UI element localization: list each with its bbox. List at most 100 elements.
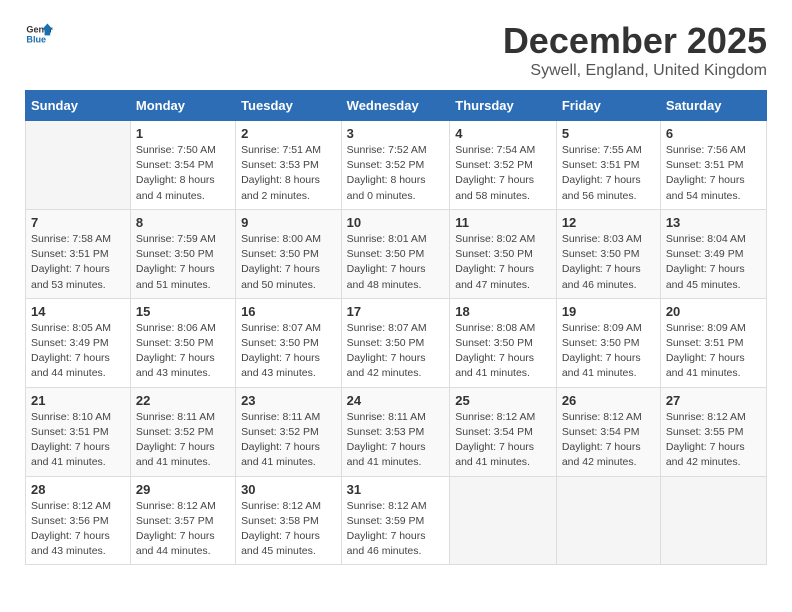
calendar-cell: 24 Sunrise: 8:11 AMSunset: 3:53 PMDayligh… (341, 387, 450, 476)
calendar-cell: 10 Sunrise: 8:01 AMSunset: 3:50 PMDayligh… (341, 209, 450, 298)
location-title: Sywell, England, United Kingdom (503, 62, 767, 80)
svg-text:Blue: Blue (26, 34, 46, 44)
day-info: Sunrise: 8:12 AMSunset: 3:57 PMDaylight:… (136, 499, 230, 560)
day-info: Sunrise: 7:59 AMSunset: 3:50 PMDaylight:… (136, 232, 230, 293)
logo-icon: General Blue (25, 20, 53, 48)
day-number: 28 (31, 482, 125, 497)
day-info: Sunrise: 7:58 AMSunset: 3:51 PMDaylight:… (31, 232, 125, 293)
calendar-header-monday: Monday (130, 91, 235, 121)
day-number: 22 (136, 393, 230, 408)
day-number: 26 (562, 393, 655, 408)
day-number: 20 (666, 304, 761, 319)
day-number: 27 (666, 393, 761, 408)
calendar-cell: 7 Sunrise: 7:58 AMSunset: 3:51 PMDaylight… (26, 209, 131, 298)
day-info: Sunrise: 8:10 AMSunset: 3:51 PMDaylight:… (31, 410, 125, 471)
calendar-cell: 31Sunrise: 8:12 AMSunset: 3:59 PMDayligh… (341, 476, 450, 565)
calendar-cell: 17 Sunrise: 8:07 AMSunset: 3:50 PMDayligh… (341, 298, 450, 387)
calendar-header-friday: Friday (556, 91, 660, 121)
calendar-week-row: 21 Sunrise: 8:10 AMSunset: 3:51 PMDayligh… (26, 387, 767, 476)
calendar-cell: 30 Sunrise: 8:12 AMSunset: 3:58 PMDayligh… (236, 476, 342, 565)
calendar-cell: 27 Sunrise: 8:12 AMSunset: 3:55 PMDayligh… (660, 387, 766, 476)
day-info: Sunrise: 8:04 AMSunset: 3:49 PMDaylight:… (666, 232, 761, 293)
calendar-cell: 4 Sunrise: 7:54 AMSunset: 3:52 PMDaylight… (450, 121, 557, 210)
calendar-cell: 5Sunrise: 7:55 AMSunset: 3:51 PMDaylight… (556, 121, 660, 210)
calendar-cell: 9 Sunrise: 8:00 AMSunset: 3:50 PMDaylight… (236, 209, 342, 298)
calendar-header-row: SundayMondayTuesdayWednesdayThursdayFrid… (26, 91, 767, 121)
calendar-cell: 15Sunrise: 8:06 AMSunset: 3:50 PMDayligh… (130, 298, 235, 387)
day-info: Sunrise: 8:12 AMSunset: 3:54 PMDaylight:… (562, 410, 655, 471)
calendar-cell: 18Sunrise: 8:08 AMSunset: 3:50 PMDayligh… (450, 298, 557, 387)
calendar-cell: 16 Sunrise: 8:07 AMSunset: 3:50 PMDayligh… (236, 298, 342, 387)
calendar-header-saturday: Saturday (660, 91, 766, 121)
day-number: 30 (241, 482, 336, 497)
calendar-cell (450, 476, 557, 565)
calendar-week-row: 28 Sunrise: 8:12 AMSunset: 3:56 PMDayligh… (26, 476, 767, 565)
day-number: 25 (455, 393, 551, 408)
day-number: 23 (241, 393, 336, 408)
calendar-cell (556, 476, 660, 565)
day-info: Sunrise: 8:11 AMSunset: 3:53 PMDaylight:… (347, 410, 445, 471)
day-number: 7 (31, 215, 125, 230)
day-info: Sunrise: 8:12 AMSunset: 3:55 PMDaylight:… (666, 410, 761, 471)
day-info: Sunrise: 7:55 AMSunset: 3:51 PMDaylight:… (562, 143, 655, 204)
calendar-cell: 29 Sunrise: 8:12 AMSunset: 3:57 PMDayligh… (130, 476, 235, 565)
calendar-cell: 25 Sunrise: 8:12 AMSunset: 3:54 PMDayligh… (450, 387, 557, 476)
calendar-cell: 23 Sunrise: 8:11 AMSunset: 3:52 PMDayligh… (236, 387, 342, 476)
day-number: 6 (666, 126, 761, 141)
calendar-cell: 11Sunrise: 8:02 AMSunset: 3:50 PMDayligh… (450, 209, 557, 298)
header: General Blue December 2025 Sywell, Engla… (25, 20, 767, 80)
calendar-week-row: 14 Sunrise: 8:05 AMSunset: 3:49 PMDayligh… (26, 298, 767, 387)
day-number: 21 (31, 393, 125, 408)
calendar-table: SundayMondayTuesdayWednesdayThursdayFrid… (25, 90, 767, 565)
day-info: Sunrise: 8:03 AMSunset: 3:50 PMDaylight:… (562, 232, 655, 293)
calendar-week-row: 7 Sunrise: 7:58 AMSunset: 3:51 PMDaylight… (26, 209, 767, 298)
day-number: 19 (562, 304, 655, 319)
day-number: 16 (241, 304, 336, 319)
calendar-cell (26, 121, 131, 210)
day-number: 10 (347, 215, 445, 230)
calendar-cell: 2Sunrise: 7:51 AMSunset: 3:53 PMDaylight… (236, 121, 342, 210)
calendar-header-sunday: Sunday (26, 91, 131, 121)
day-info: Sunrise: 8:12 AMSunset: 3:59 PMDaylight:… (347, 499, 445, 560)
day-info: Sunrise: 8:12 AMSunset: 3:56 PMDaylight:… (31, 499, 125, 560)
day-info: Sunrise: 8:00 AMSunset: 3:50 PMDaylight:… (241, 232, 336, 293)
calendar-cell: 21 Sunrise: 8:10 AMSunset: 3:51 PMDayligh… (26, 387, 131, 476)
day-number: 24 (347, 393, 445, 408)
day-info: Sunrise: 7:54 AMSunset: 3:52 PMDaylight:… (455, 143, 551, 204)
calendar-cell: 13 Sunrise: 8:04 AMSunset: 3:49 PMDayligh… (660, 209, 766, 298)
calendar-cell: 3Sunrise: 7:52 AMSunset: 3:52 PMDaylight… (341, 121, 450, 210)
day-info: Sunrise: 8:07 AMSunset: 3:50 PMDaylight:… (347, 321, 445, 382)
day-info: Sunrise: 8:12 AMSunset: 3:54 PMDaylight:… (455, 410, 551, 471)
day-number: 9 (241, 215, 336, 230)
day-info: Sunrise: 8:08 AMSunset: 3:50 PMDaylight:… (455, 321, 551, 382)
day-number: 13 (666, 215, 761, 230)
day-info: Sunrise: 8:12 AMSunset: 3:58 PMDaylight:… (241, 499, 336, 560)
day-info: Sunrise: 8:01 AMSunset: 3:50 PMDaylight:… (347, 232, 445, 293)
day-info: Sunrise: 8:05 AMSunset: 3:49 PMDaylight:… (31, 321, 125, 382)
day-info: Sunrise: 8:11 AMSunset: 3:52 PMDaylight:… (136, 410, 230, 471)
calendar-cell: 26 Sunrise: 8:12 AMSunset: 3:54 PMDayligh… (556, 387, 660, 476)
day-info: Sunrise: 8:11 AMSunset: 3:52 PMDaylight:… (241, 410, 336, 471)
calendar-header-thursday: Thursday (450, 91, 557, 121)
day-number: 11 (455, 215, 551, 230)
day-info: Sunrise: 8:09 AMSunset: 3:51 PMDaylight:… (666, 321, 761, 382)
day-info: Sunrise: 8:06 AMSunset: 3:50 PMDaylight:… (136, 321, 230, 382)
day-number: 29 (136, 482, 230, 497)
day-number: 4 (455, 126, 551, 141)
calendar-cell: 22 Sunrise: 8:11 AMSunset: 3:52 PMDayligh… (130, 387, 235, 476)
day-number: 12 (562, 215, 655, 230)
calendar-cell: 12 Sunrise: 8:03 AMSunset: 3:50 PMDayligh… (556, 209, 660, 298)
day-info: Sunrise: 8:07 AMSunset: 3:50 PMDaylight:… (241, 321, 336, 382)
day-number: 17 (347, 304, 445, 319)
day-number: 1 (136, 126, 230, 141)
day-number: 8 (136, 215, 230, 230)
calendar-cell: 19Sunrise: 8:09 AMSunset: 3:50 PMDayligh… (556, 298, 660, 387)
calendar-cell: 14 Sunrise: 8:05 AMSunset: 3:49 PMDayligh… (26, 298, 131, 387)
day-info: Sunrise: 7:50 AMSunset: 3:54 PMDaylight:… (136, 143, 230, 204)
day-info: Sunrise: 7:52 AMSunset: 3:52 PMDaylight:… (347, 143, 445, 204)
title-section: December 2025 Sywell, England, United Ki… (503, 20, 767, 80)
day-number: 14 (31, 304, 125, 319)
calendar-cell: 8 Sunrise: 7:59 AMSunset: 3:50 PMDaylight… (130, 209, 235, 298)
month-title: December 2025 (503, 20, 767, 62)
calendar-week-row: 1 Sunrise: 7:50 AMSunset: 3:54 PMDaylight… (26, 121, 767, 210)
